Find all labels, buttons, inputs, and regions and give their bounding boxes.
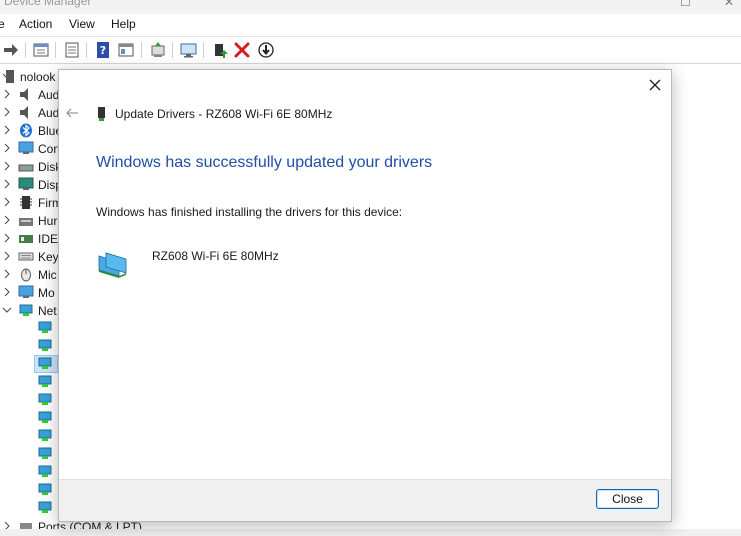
chevron-right-icon[interactable] bbox=[2, 232, 12, 244]
mouse-icon bbox=[21, 268, 31, 282]
dialog-footer: Close bbox=[59, 479, 671, 521]
tree-item-label: Hur bbox=[38, 214, 58, 228]
menu-view[interactable]: View bbox=[69, 17, 95, 31]
network-adapter-icon[interactable] bbox=[37, 482, 53, 498]
close-icon[interactable] bbox=[644, 74, 666, 96]
tree-item-label: Net bbox=[38, 304, 57, 318]
svg-text:?: ? bbox=[100, 44, 106, 57]
menu-help[interactable]: Help bbox=[111, 17, 136, 31]
chevron-right-icon[interactable] bbox=[2, 196, 12, 208]
toolbar: ? bbox=[0, 37, 741, 64]
tree-item-label: Mo bbox=[38, 286, 55, 300]
speaker-icon bbox=[20, 88, 28, 101]
chevron-right-icon[interactable] bbox=[2, 106, 12, 118]
maximize-icon[interactable]: ☐ bbox=[680, 0, 691, 9]
close-window-icon[interactable]: ✕ bbox=[724, 0, 734, 9]
close-button[interactable]: Close bbox=[596, 489, 659, 509]
chevron-right-icon[interactable] bbox=[2, 286, 12, 298]
menu-action[interactable]: Action bbox=[19, 17, 52, 31]
toolbar-separator bbox=[172, 42, 173, 58]
network-adapter-icon bbox=[38, 357, 52, 369]
chevron-right-icon[interactable] bbox=[2, 268, 12, 280]
tree-item-label: Aud bbox=[38, 88, 60, 102]
tree-item-label: Key bbox=[38, 250, 59, 264]
list-icon[interactable] bbox=[63, 41, 81, 59]
device-chip-icon bbox=[98, 107, 105, 121]
disk-icon bbox=[18, 164, 34, 172]
menu-bar: e Action View Help bbox=[0, 14, 741, 37]
chevron-right-icon[interactable] bbox=[2, 124, 12, 136]
properties-icon[interactable] bbox=[32, 41, 50, 59]
network-adapter-icon[interactable] bbox=[37, 410, 53, 426]
toolbar-separator bbox=[203, 42, 204, 58]
success-heading: Windows has successfully updated your dr… bbox=[96, 154, 433, 171]
network-adapter-icon[interactable] bbox=[37, 446, 53, 462]
display-icon bbox=[18, 177, 34, 190]
success-description: Windows has finished installing the driv… bbox=[96, 205, 403, 219]
menu-file[interactable]: e bbox=[0, 17, 5, 31]
chevron-right-icon[interactable] bbox=[2, 178, 12, 190]
enable-device-icon[interactable] bbox=[211, 41, 229, 59]
scan-hardware-icon[interactable] bbox=[180, 41, 198, 59]
forward-arrow-icon[interactable] bbox=[2, 41, 20, 59]
keyboard-icon bbox=[18, 252, 34, 261]
monitor-icon bbox=[18, 141, 34, 154]
chevron-right-icon[interactable] bbox=[2, 214, 12, 226]
horizontal-scrollbar[interactable] bbox=[0, 529, 741, 536]
toolbar-separator bbox=[141, 42, 142, 58]
device-name: RZ608 Wi-Fi 6E 80MHz bbox=[152, 249, 279, 263]
network-adapter-icon[interactable] bbox=[37, 392, 53, 408]
help-icon[interactable]: ? bbox=[94, 41, 112, 59]
tree-item-label: Con bbox=[38, 142, 61, 156]
network-adapter-icon[interactable] bbox=[37, 338, 53, 354]
network-adapter-icon[interactable] bbox=[37, 428, 53, 444]
network-adapter-icon bbox=[98, 252, 127, 278]
window-title: Device Manager bbox=[4, 0, 92, 8]
ide-icon bbox=[19, 235, 33, 243]
hid-icon bbox=[19, 218, 33, 226]
chevron-right-icon[interactable] bbox=[2, 88, 12, 100]
network-adapter-icon[interactable] bbox=[37, 500, 53, 516]
bluetooth-icon bbox=[20, 123, 32, 138]
network-adapter-icon[interactable] bbox=[37, 320, 53, 336]
chevron-right-icon[interactable] bbox=[2, 142, 12, 154]
chevron-right-icon[interactable] bbox=[2, 160, 12, 172]
speaker-icon bbox=[20, 106, 28, 119]
network-adapter-icon[interactable] bbox=[37, 374, 53, 390]
chevron-right-icon[interactable] bbox=[2, 250, 12, 262]
network-icon bbox=[19, 304, 33, 316]
firmware-icon bbox=[20, 196, 32, 209]
title-bar: Device Manager ☐ ✕ bbox=[0, 0, 741, 14]
dialog-title: Update Drivers - RZ608 Wi-Fi 6E 80MHz bbox=[115, 107, 333, 121]
toolbar-separator bbox=[86, 42, 87, 58]
selected-adapter-highlight[interactable] bbox=[34, 355, 58, 373]
uninstall-icon[interactable] bbox=[233, 41, 251, 59]
toolbar-separator bbox=[25, 42, 26, 58]
network-adapter-icon[interactable] bbox=[37, 464, 53, 480]
toolbar-separator bbox=[55, 42, 56, 58]
tree-item-label: Mic bbox=[38, 268, 57, 282]
computer-icon bbox=[6, 70, 14, 83]
back-arrow-icon[interactable] bbox=[64, 105, 80, 121]
update-drivers-dialog: Update Drivers - RZ608 Wi-Fi 6E 80MHz Wi… bbox=[58, 69, 672, 522]
tree-item-label: IDE bbox=[38, 232, 59, 246]
disable-device-icon[interactable] bbox=[257, 41, 275, 59]
tree-root-label: nolook bbox=[20, 70, 56, 84]
details-icon[interactable] bbox=[117, 41, 135, 59]
tree-item-label: Aud bbox=[38, 106, 60, 120]
monitor-icon bbox=[18, 285, 34, 298]
update-driver-icon[interactable] bbox=[149, 41, 167, 59]
chevron-down-icon[interactable] bbox=[2, 304, 12, 316]
